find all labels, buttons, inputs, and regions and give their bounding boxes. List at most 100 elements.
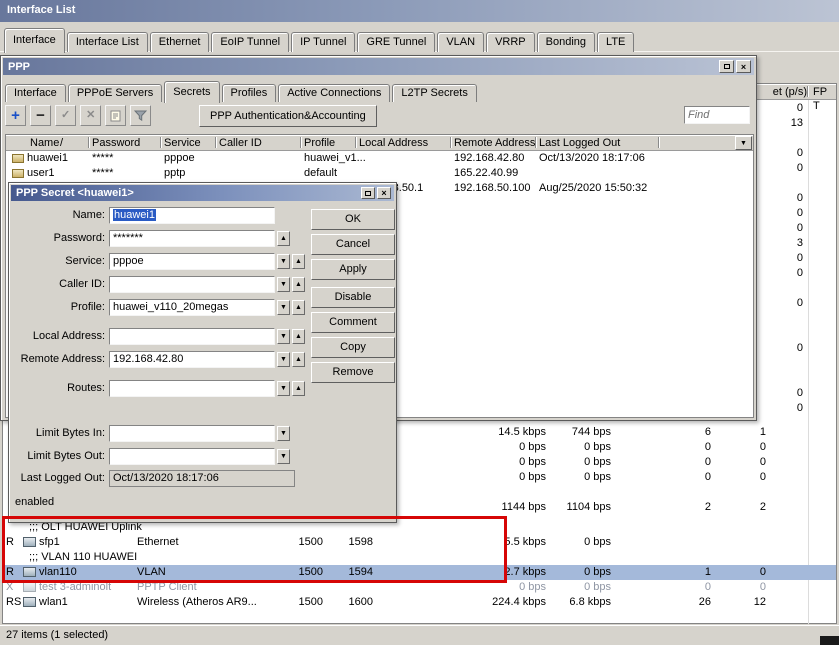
dialog-close-button[interactable]: × bbox=[377, 187, 391, 199]
comment-button[interactable]: Comment bbox=[311, 312, 395, 333]
ppp-tab[interactable]: L2TP Secrets bbox=[392, 84, 476, 102]
dropdown-icon[interactable]: ▼ bbox=[277, 329, 290, 344]
interface-list-tab[interactable]: Ethernet bbox=[150, 32, 210, 52]
interface-list-tabbar: InterfaceInterface ListEthernetEoIP Tunn… bbox=[2, 24, 837, 52]
column-separator bbox=[355, 137, 357, 148]
minimize-button[interactable] bbox=[719, 60, 734, 73]
field-up-icon[interactable]: ▲ bbox=[292, 329, 305, 344]
minimize-icon bbox=[724, 64, 730, 69]
field-up-icon[interactable]: ▲ bbox=[292, 277, 305, 292]
close-button[interactable]: × bbox=[736, 60, 751, 73]
disable-button[interactable]: Disable bbox=[311, 287, 395, 308]
flags: RS bbox=[6, 595, 22, 610]
rx-packet: 0 bbox=[686, 440, 766, 455]
enable-button[interactable]: ✓ bbox=[55, 105, 76, 126]
field-up-icon[interactable]: ▲ bbox=[292, 381, 305, 396]
ok-button[interactable]: OK bbox=[311, 209, 395, 230]
column-header-remote-address[interactable]: Remote Address bbox=[454, 136, 535, 150]
dropdown-icon[interactable]: ▼ bbox=[277, 352, 290, 367]
interface-name: wlan1 bbox=[39, 595, 68, 610]
winbox-screen: Interface List InterfaceInterface ListEt… bbox=[0, 0, 839, 645]
column-header-packet-ps[interactable]: et (p/s) bbox=[767, 85, 807, 99]
limit-bytes-in-input[interactable] bbox=[109, 425, 275, 442]
column-header-password[interactable]: Password bbox=[92, 136, 140, 150]
dropdown-icon[interactable]: ▼ bbox=[277, 254, 290, 269]
column-header-caller-id[interactable]: Caller ID bbox=[219, 136, 262, 150]
field-up-icon[interactable]: ▲ bbox=[277, 231, 290, 246]
interface-list-tab[interactable]: LTE bbox=[597, 32, 634, 52]
ppp-tab[interactable]: Secrets bbox=[164, 81, 219, 103]
column-header-local-address[interactable]: Local Address bbox=[359, 136, 428, 150]
rx-rate: 0 bps bbox=[511, 565, 611, 580]
name-input[interactable]: huawei1 bbox=[109, 207, 275, 224]
remote-address-input[interactable]: 192.168.42.80 bbox=[109, 351, 275, 368]
close-icon: × bbox=[381, 188, 386, 198]
interface-list-tab[interactable]: EoIP Tunnel bbox=[211, 32, 289, 52]
column-header-fp-tx[interactable]: FP T bbox=[813, 85, 836, 113]
column-header-name[interactable]: Name bbox=[30, 136, 59, 150]
interface-list-tab[interactable]: VRRP bbox=[486, 32, 535, 52]
interface-row-wlan1[interactable]: RS wlan1 Wireless (Atheros AR9... 1500 1… bbox=[3, 595, 836, 610]
service-input[interactable]: pppoe bbox=[109, 253, 275, 270]
ppp-tab[interactable]: Active Connections bbox=[278, 84, 390, 102]
dialog-buttons: OK Cancel Apply Disable Comment Copy Rem… bbox=[311, 209, 395, 387]
field-up-icon[interactable]: ▲ bbox=[292, 300, 305, 315]
disable-button[interactable]: ✕ bbox=[80, 105, 101, 126]
interface-list-tab[interactable]: IP Tunnel bbox=[291, 32, 355, 52]
chevron-down-icon: ▼ bbox=[740, 140, 747, 147]
rx-packet: 0 bbox=[686, 470, 766, 485]
ppp-tab[interactable]: Interface bbox=[5, 84, 66, 102]
dropdown-icon[interactable]: ▼ bbox=[277, 381, 290, 396]
dropdown-icon[interactable]: ▼ bbox=[277, 277, 290, 292]
limit-bytes-in-field-row: Limit Bytes In: ▼ bbox=[13, 425, 395, 442]
ppp-tab[interactable]: PPPoE Servers bbox=[68, 84, 162, 102]
local-address-label: Local Address: bbox=[13, 328, 105, 345]
password-input[interactable]: ******* bbox=[109, 230, 275, 247]
field-up-icon[interactable]: ▲ bbox=[292, 254, 305, 269]
column-separator bbox=[160, 137, 162, 148]
find-input[interactable] bbox=[684, 106, 750, 124]
dropdown-icon[interactable]: ▼ bbox=[277, 426, 290, 441]
cross-icon: ✕ bbox=[86, 110, 95, 121]
rx-packet: 1 bbox=[686, 425, 766, 440]
interface-list-tab[interactable]: GRE Tunnel bbox=[357, 32, 435, 52]
dropdown-icon[interactable]: ▼ bbox=[277, 449, 290, 464]
column-select-button[interactable]: ▼ bbox=[735, 136, 752, 150]
ppp-aaa-button[interactable]: PPP Authentication&Accounting bbox=[199, 105, 377, 127]
interface-list-tab[interactable]: VLAN bbox=[437, 32, 484, 52]
ppp-secret-row[interactable]: huawei1 ***** pppoe huawei_v1... 192.168… bbox=[6, 151, 753, 166]
ppp-titlebar[interactable]: PPP × bbox=[3, 58, 754, 75]
remove-button[interactable]: Remove bbox=[311, 362, 395, 383]
interface-list-tab[interactable]: Interface List bbox=[67, 32, 148, 52]
routes-input[interactable] bbox=[109, 380, 275, 397]
limit-bytes-out-input[interactable] bbox=[109, 448, 275, 465]
copy-button[interactable]: Copy bbox=[311, 337, 395, 358]
rx-rate: 0 bps bbox=[511, 440, 611, 455]
ppp-tab[interactable]: Profiles bbox=[222, 84, 277, 102]
dialog-titlebar[interactable]: PPP Secret <huawei1> × bbox=[11, 185, 394, 201]
interface-list-title: Interface List bbox=[7, 4, 75, 16]
caller-id-input[interactable] bbox=[109, 276, 275, 293]
ppp-secret-row[interactable]: user1 ***** pptp default 165.22.40.99 bbox=[6, 166, 753, 181]
interface-list-tab[interactable]: Interface bbox=[4, 28, 65, 53]
ppp-secret-icon bbox=[12, 169, 24, 178]
rx-packet: 0 bbox=[686, 580, 766, 595]
rx-rate: 6.8 kbps bbox=[511, 595, 611, 610]
interface-list-titlebar[interactable]: Interface List bbox=[0, 0, 839, 22]
comment-button[interactable] bbox=[105, 105, 126, 126]
column-header-service[interactable]: Service bbox=[164, 136, 201, 150]
interface-list-tab[interactable]: Bonding bbox=[537, 32, 595, 52]
cancel-button[interactable]: Cancel bbox=[311, 234, 395, 255]
add-button[interactable]: + bbox=[5, 105, 26, 126]
column-header-last-logged-out[interactable]: Last Logged Out bbox=[539, 136, 620, 150]
field-up-icon[interactable]: ▲ bbox=[292, 352, 305, 367]
dropdown-icon[interactable]: ▼ bbox=[277, 300, 290, 315]
apply-button[interactable]: Apply bbox=[311, 259, 395, 280]
filter-button[interactable] bbox=[130, 105, 151, 126]
local-address-input[interactable] bbox=[109, 328, 275, 345]
remove-button[interactable]: − bbox=[30, 105, 51, 126]
column-header-profile[interactable]: Profile bbox=[304, 136, 335, 150]
comment-icon bbox=[110, 110, 121, 122]
profile-input[interactable]: huawei_v110_20megas bbox=[109, 299, 275, 316]
restore-button[interactable] bbox=[361, 187, 375, 199]
